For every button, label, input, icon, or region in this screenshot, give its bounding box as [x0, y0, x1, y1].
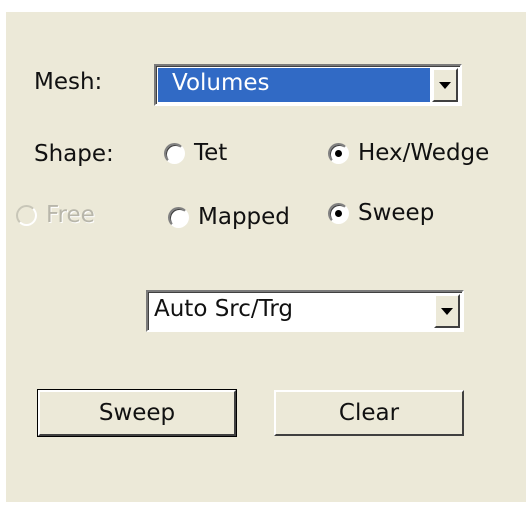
- mesh-type-dropdown[interactable]: Volumes: [154, 64, 462, 106]
- scheme-radio-mapped-label: Mapped: [198, 204, 290, 230]
- radio-button-icon: [168, 206, 189, 228]
- mesh-type-dropdown-button[interactable]: [432, 68, 458, 102]
- scheme-radio-free-label: Free: [46, 202, 95, 228]
- shape-radio-hex-wedge-label: Hex/Wedge: [358, 140, 490, 166]
- source-target-dropdown-button[interactable]: [434, 294, 460, 328]
- radio-button-icon: [164, 142, 185, 164]
- chevron-down-icon: [439, 82, 451, 89]
- scheme-radio-mapped[interactable]: Mapped: [168, 204, 290, 230]
- mesh-label: Mesh:: [34, 69, 103, 95]
- source-target-value: Auto Src/Trg: [154, 296, 293, 322]
- mesh-options-panel: Mesh: Volumes Shape: Tet Hex/Wedge Free …: [6, 12, 526, 502]
- sweep-button[interactable]: Sweep: [37, 389, 237, 437]
- source-target-dropdown[interactable]: Auto Src/Trg: [146, 290, 464, 332]
- radio-button-checked-icon: [328, 202, 349, 224]
- shape-radio-hex-wedge[interactable]: Hex/Wedge: [328, 140, 489, 166]
- shape-radio-tet[interactable]: Tet: [164, 140, 227, 166]
- scheme-radio-sweep-label: Sweep: [358, 200, 435, 226]
- shape-radio-tet-label: Tet: [194, 140, 228, 166]
- radio-button-checked-icon: [328, 142, 349, 164]
- chevron-down-icon: [441, 308, 453, 315]
- radio-button-disabled-icon: [16, 204, 37, 226]
- shape-label: Shape:: [34, 141, 114, 167]
- mesh-type-value: Volumes: [158, 68, 430, 102]
- clear-button[interactable]: Clear: [274, 390, 464, 436]
- scheme-radio-free: Free: [16, 202, 95, 228]
- scheme-radio-sweep[interactable]: Sweep: [328, 200, 434, 226]
